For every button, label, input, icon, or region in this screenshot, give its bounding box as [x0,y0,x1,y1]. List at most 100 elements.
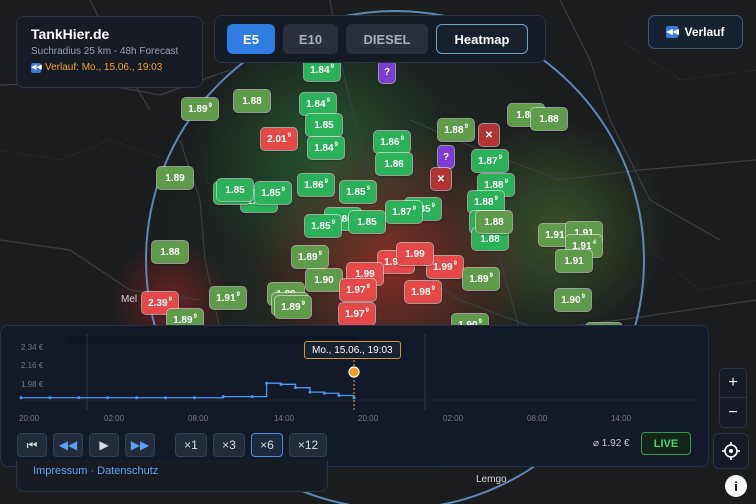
speed-x1-button[interactable]: ×1 [175,433,207,457]
marker-price: 1.90 [561,294,581,306]
station-price-marker[interactable]: 1.99 [397,243,433,265]
marker-price: 2.39 [148,297,168,309]
station-price-marker[interactable]: 1.86 [376,153,412,175]
marker-price: 1.99 [405,248,425,260]
station-price-marker[interactable]: 1.85 [306,114,342,136]
marker-price: 2.01 [267,133,287,145]
station-price-marker[interactable]: 1.91 [556,250,592,272]
skip-to-start-button[interactable]: ⏮ [17,433,47,457]
marker-price-decimal: 9 [287,133,291,139]
marker-price: 1.85 [311,220,331,232]
heatmap-toggle[interactable]: Heatmap [436,24,528,54]
station-price-marker[interactable]: 1.859 [340,181,376,203]
station-price-marker[interactable]: 1.859 [305,215,341,237]
speed-x3-button[interactable]: ×3 [213,433,245,457]
current-time-handle[interactable] [348,366,360,378]
marker-price: 1.86 [304,179,324,191]
marker-price: 1.88 [242,95,262,107]
station-price-marker[interactable]: 1.869 [374,131,410,153]
station-price-marker[interactable]: 1.899 [292,246,328,268]
info-icon: i [734,478,738,494]
station-price-marker[interactable]: 1.899 [275,296,311,318]
info-button[interactable]: i [725,475,747,497]
marker-price: 1.88 [160,246,180,258]
fast-forward-button[interactable]: ▶▶ [125,433,155,457]
station-price-marker[interactable]: 1.979 [339,303,375,325]
marker-price: 1.85 [314,119,334,131]
station-price-marker[interactable]: 1.89 [157,167,193,189]
station-price-marker[interactable]: 1.87 9 [386,201,422,223]
locate-button[interactable] [713,433,749,469]
station-price-marker[interactable]: 1.84 9 [308,137,344,159]
marker-price: 1.97 [345,308,365,320]
speed-x12-button[interactable]: ×12 [289,433,327,457]
marker-price: 1.88 [480,233,500,245]
play-button[interactable]: ▶ [89,433,119,457]
controls-separator [161,433,169,457]
marker-price-decimal: 9 [236,292,240,298]
unknown-price-marker[interactable]: ? [438,146,454,168]
price-point [77,396,81,400]
price-points [19,381,356,400]
price-point [192,396,196,400]
x-tick-label: 14:00 [611,414,632,423]
station-price-marker[interactable]: 2.01 9 [261,128,297,150]
marker-price-decimal: 9 [318,251,322,257]
zoom-in-button[interactable]: + [720,369,746,398]
station-price-marker[interactable]: 1.85 [349,211,385,233]
zoom-out-button[interactable]: − [720,398,746,427]
marker-price: 1.85 [346,186,366,198]
station-price-marker[interactable]: 1.90 [306,269,342,291]
station-price-marker[interactable]: 1.909 [555,289,591,311]
station-price-marker[interactable]: 1.88 [476,211,512,233]
impressum-datenschutz-link[interactable]: Impressum · Datenschutz [33,465,158,477]
station-price-marker[interactable]: 1.88 [152,241,188,263]
history-timestamp[interactable]: ◀◀ Verlauf: Mo., 15.06., 19:03 [31,62,188,73]
station-price-marker[interactable]: 1.899 [182,98,218,120]
marker-price: 1.87 [478,155,498,167]
station-price-marker[interactable]: 1.88 9 [468,191,504,213]
marker-price: 1.88 [484,179,504,191]
station-price-marker[interactable]: 1.88 9 [438,119,474,141]
station-price-marker[interactable]: 1.88 [234,90,270,112]
x-tick-label: 02:00 [104,414,125,423]
tab-diesel[interactable]: DIESEL [346,24,428,54]
timeline-panel: 2.34 € 2.16 € 1.98 € Mo., 15.06., 19:03 … [0,325,709,467]
station-price-marker[interactable]: 1.98 9 [405,281,441,303]
station-price-marker[interactable]: 1.979 [340,279,376,301]
rewind-button[interactable]: ◀◀ [53,433,83,457]
play-icon: ▶ [99,438,109,452]
verlauf-button[interactable]: ◀◀ Verlauf [648,15,743,49]
marker-price-decimal: 9 [498,155,502,161]
station-price-marker[interactable]: 1.919 [210,287,246,309]
marker-price-decimal: 9 [412,206,416,212]
speed-x6-button[interactable]: ×6 [251,433,283,457]
unknown-price-marker[interactable]: ? [379,61,395,83]
marker-price: 1.90 [314,274,334,286]
marker-price: 1.85 [225,184,245,196]
tab-e10[interactable]: E10 [283,24,338,54]
x-tick-label: 20:00 [19,414,40,423]
playback-controls: ⏮ ◀◀ ▶ ▶▶ ×1 ×3 ×6 ×12 [17,433,327,457]
close-icon: ✕ [436,173,446,185]
marker-price: 1.97 [346,284,366,296]
station-price-marker[interactable]: 1.87 9 [472,150,508,172]
marker-price: 1.99 [355,268,375,280]
marker-price-decimal: 9 [489,273,493,279]
marker-price: 1.87 [392,206,412,218]
station-price-marker[interactable]: 1.88 [531,108,567,130]
tab-e5[interactable]: E5 [227,24,275,54]
marker-price-decimal: 9 [168,297,172,303]
live-button[interactable]: LIVE [641,432,691,455]
station-price-marker[interactable]: 1.899 [463,268,499,290]
station-price-marker[interactable]: 1.859 [255,182,291,204]
rewind-icon: ◀◀ [31,62,42,73]
closed-station-marker[interactable]: ✕ [479,124,499,146]
station-price-marker[interactable]: 1.869 [298,174,334,196]
closed-station-marker[interactable]: ✕ [431,168,451,190]
price-point [48,396,52,400]
price-history-chart[interactable] [1,326,710,416]
station-price-marker[interactable]: 1.84 9 [300,93,336,115]
footer-links[interactable]: Impressum · Datenschutz [16,460,328,492]
station-price-marker[interactable]: 1.85 [217,179,253,201]
